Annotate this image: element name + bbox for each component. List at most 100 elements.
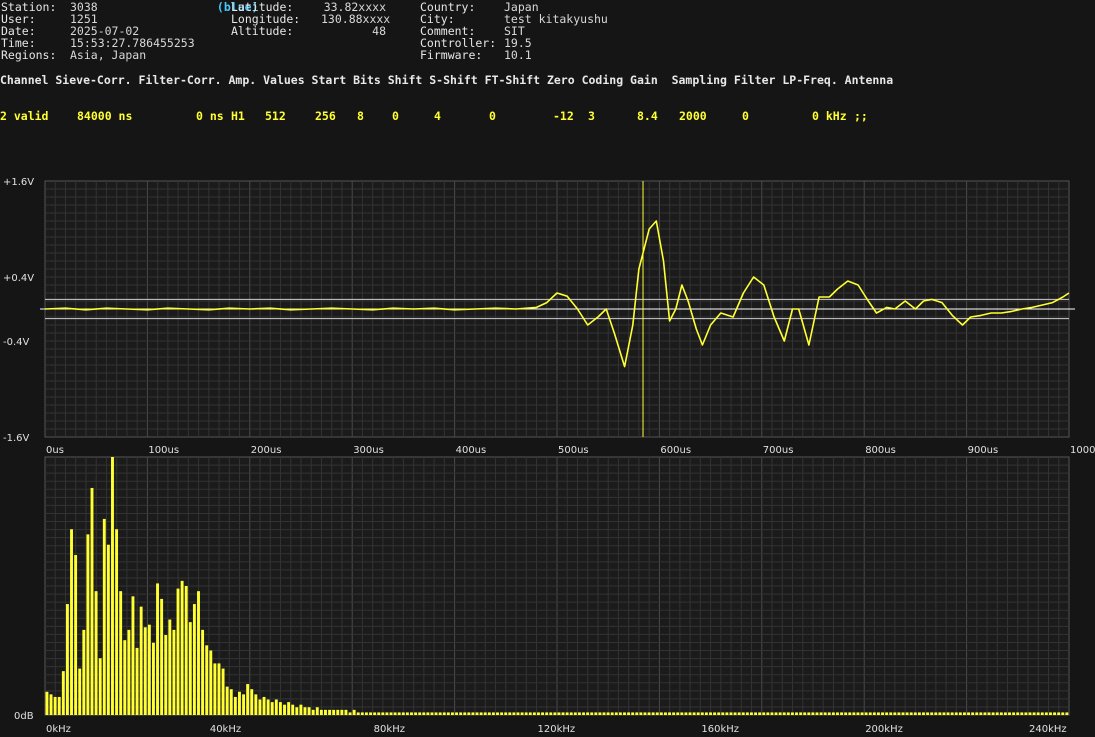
spectrum-bar — [139, 606, 143, 715]
spectrum-bar — [758, 712, 762, 715]
spectrum-bar — [704, 712, 708, 715]
spectrum-bar — [94, 591, 98, 715]
spectrum-bar — [979, 712, 983, 715]
spectrum-bar — [827, 712, 831, 715]
spectrum-bar — [594, 712, 598, 715]
spectrum-bar — [475, 712, 479, 715]
spectrum-bar — [184, 586, 188, 715]
spectrum-bar — [98, 658, 102, 715]
spectrum-bar — [1032, 712, 1036, 715]
spectrum-bar — [729, 712, 733, 715]
spectrum-bar — [53, 696, 57, 715]
spectrum-bar — [364, 712, 368, 715]
spectrum-bar — [389, 712, 393, 715]
spectrum-bar — [414, 712, 418, 715]
spectrum-x-tick-label: 0kHz — [46, 724, 71, 735]
spectrum-bar — [819, 712, 823, 715]
spectrum-bar — [971, 712, 975, 715]
spectrum-bar — [438, 712, 442, 715]
spectrum-bar — [922, 712, 925, 715]
spectrum-bar — [487, 712, 491, 715]
spectrum-bar — [860, 712, 864, 715]
spectrum-bar — [201, 629, 205, 715]
spectrum-bar — [225, 686, 229, 715]
waveform-x-tick-label: 600us — [660, 445, 691, 456]
spectrum-bar — [684, 712, 688, 715]
spectrum-bar — [176, 588, 180, 715]
spectrum-x-tick-label: 120kHz — [538, 724, 576, 735]
spectrum-bar — [700, 712, 704, 715]
spectrum-bar — [49, 694, 53, 715]
spectrum-bar — [156, 583, 159, 715]
spectrum-bar — [614, 712, 618, 715]
spectrum-bar — [696, 712, 700, 715]
spectrum-bar — [741, 712, 745, 715]
spectrum-bar — [287, 702, 291, 715]
spectrum-bar — [815, 712, 819, 715]
spectrum-bar — [315, 707, 319, 715]
spectrum-bar — [1008, 712, 1011, 715]
spectrum-bar — [61, 671, 65, 715]
spectrum-bar — [549, 712, 553, 715]
spectrum-bar — [876, 712, 880, 715]
spectrum-bar — [172, 629, 176, 715]
spectrum-bar — [913, 712, 917, 715]
spectrum-bar — [926, 712, 930, 715]
spectrum-bar — [328, 709, 332, 715]
spectrum-bar — [119, 591, 123, 715]
waveform-x-tick-label: 100us — [148, 445, 179, 456]
spectrum-bar — [369, 712, 372, 715]
spectrum-bar — [557, 712, 561, 715]
spectrum-bar — [459, 712, 463, 715]
spectrum-bar — [848, 712, 852, 715]
spectrum-bar — [651, 712, 655, 715]
spectrum-bar — [872, 712, 876, 715]
spectrum-bar — [192, 604, 196, 715]
spectrum-bar — [782, 712, 786, 715]
spectrum-bar — [803, 712, 807, 715]
spectrum-bar — [893, 712, 897, 715]
spectrum-bar — [553, 712, 557, 715]
spectrum-bar — [401, 712, 405, 715]
spectrum-bar — [659, 712, 663, 715]
spectrum-bar — [1024, 712, 1028, 715]
spectrum-bar — [508, 712, 512, 715]
spectrum-bar — [229, 689, 233, 715]
spectrum-bar — [1053, 712, 1057, 715]
spectrum-bar — [1061, 712, 1065, 715]
spectrum-bar — [65, 604, 69, 715]
spectrum-bar — [917, 712, 921, 715]
spectrum-bar — [463, 712, 467, 715]
spectrum-bar — [631, 712, 635, 715]
spectrum-bar — [807, 712, 811, 715]
spectrum-bar — [188, 622, 192, 715]
spectrum-bar — [856, 712, 860, 715]
spectrum-bar — [1016, 712, 1020, 715]
spectrum-bar — [356, 712, 360, 715]
spectrum-bar — [618, 712, 622, 715]
spectrum-bar — [561, 712, 565, 715]
spectrum-bar — [111, 457, 114, 715]
spectrum-bar — [930, 712, 934, 715]
spectrum-bar — [291, 704, 295, 715]
spectrum-bar — [999, 712, 1003, 715]
waveform-x-tick-label: 200us — [251, 445, 282, 456]
spectrum-x-tick-label: 240kHz — [1029, 724, 1067, 735]
spectrum-bar — [500, 712, 504, 715]
waveform-y-tick-label: -0.4V — [3, 337, 30, 348]
spectrum-bar — [668, 712, 671, 715]
spectrum-bar — [377, 712, 381, 715]
spectrum-bar — [258, 699, 262, 715]
spectrum-bar — [864, 712, 868, 715]
spectrum-bar — [451, 712, 454, 715]
spectrum-bar — [528, 712, 532, 715]
spectrum-bar — [344, 709, 348, 715]
spectrum-bar — [270, 702, 274, 715]
spectrum-bar — [70, 529, 73, 715]
spectrum-bar — [86, 534, 90, 715]
spectrum-bar — [385, 712, 389, 715]
waveform-x-tick-label: 0us — [46, 445, 64, 456]
spectrum-bar — [586, 712, 590, 715]
spectrum-x-tick-label: 40kHz — [210, 724, 241, 735]
spectrum-bar — [205, 645, 209, 715]
